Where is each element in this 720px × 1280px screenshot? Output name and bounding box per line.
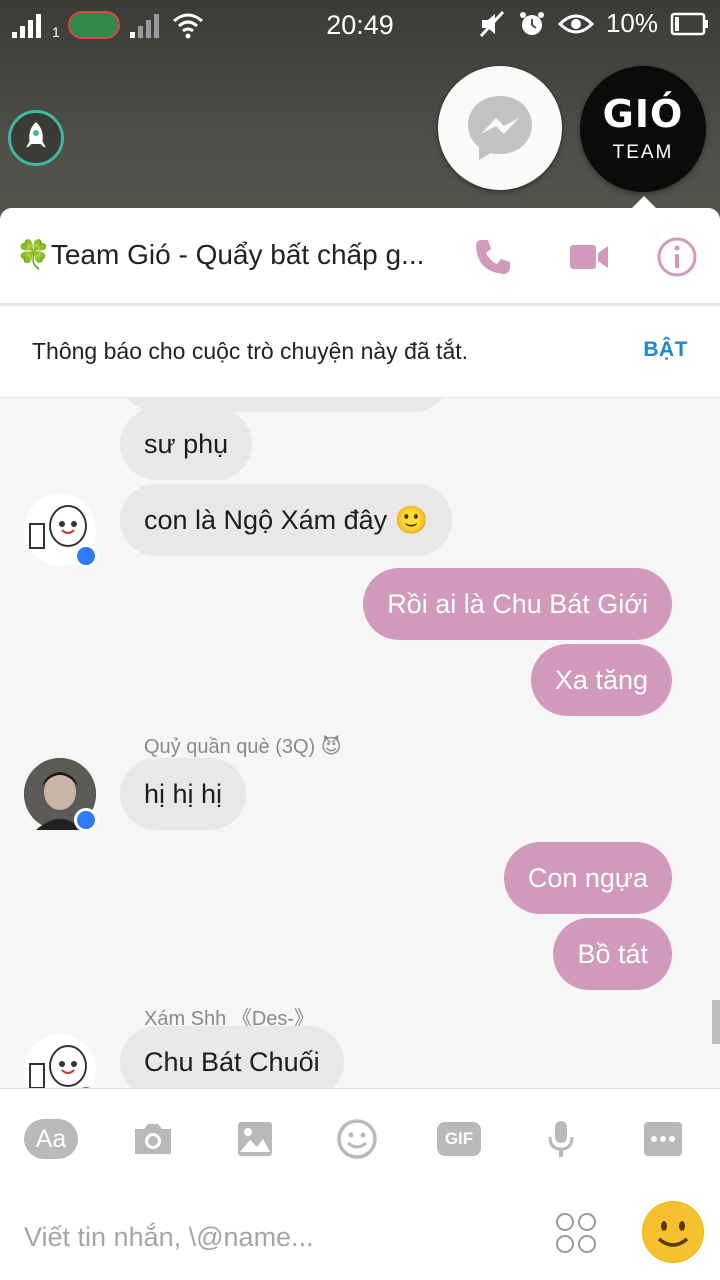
status-right: 10% xyxy=(478,8,710,39)
video-call-button[interactable] xyxy=(568,236,610,278)
message-bubble[interactable]: Con ngựa xyxy=(503,842,672,914)
team-chat-head[interactable]: GIÓ TEAM xyxy=(580,66,706,192)
rocket-icon xyxy=(26,122,46,148)
text-style-button[interactable]: Aa xyxy=(24,1117,78,1161)
message-bubble[interactable]: con là Ngộ Xám đây 🙂 xyxy=(120,484,453,556)
message-bubble[interactable]: Xa tăng xyxy=(530,644,672,716)
status-bar: 1 20:49 10% xyxy=(0,0,720,52)
messenger-badge-icon xyxy=(74,544,98,568)
voice-button[interactable] xyxy=(534,1117,588,1161)
message-bubble[interactable]: Chu Bát Chuối xyxy=(120,1026,344,1088)
message-bubble[interactable]: Rồi ai là Chu Bát Giới xyxy=(363,568,672,640)
message-input[interactable] xyxy=(24,1217,504,1257)
avatar[interactable] xyxy=(24,494,98,568)
team-logo-label: TEAM xyxy=(612,142,674,163)
sender-name: Quỷ quần què (3Q) 😈 xyxy=(144,736,342,758)
camera-button[interactable] xyxy=(126,1117,180,1161)
notification-text: Thông báo cho cuộc trò chuyện này đã tắt… xyxy=(32,338,469,364)
enable-notifications-button[interactable]: BẬT xyxy=(643,338,688,362)
like-emoji-button[interactable] xyxy=(642,1201,704,1263)
mute-icon xyxy=(479,10,505,37)
messenger-badge-icon xyxy=(74,808,98,832)
team-logo: GIÓ xyxy=(602,92,684,136)
emoji-grid-icon xyxy=(556,1213,596,1253)
cartoon-avatar-image xyxy=(24,1034,96,1088)
eye-icon xyxy=(557,14,594,33)
more-icon xyxy=(644,1122,682,1156)
alarm-icon xyxy=(519,11,544,35)
info-button[interactable] xyxy=(656,236,698,278)
emoji-picker-button[interactable] xyxy=(554,1211,598,1255)
message-bubble[interactable]: hị hị hị xyxy=(120,758,247,830)
chat-header: 🍀Team Gió - Quẩy bất chấp g... xyxy=(0,208,720,304)
call-button[interactable] xyxy=(472,236,514,278)
conversation-title[interactable]: 🍀Team Gió - Quẩy bất chấp g... xyxy=(16,238,424,271)
emoji-icon xyxy=(337,1119,377,1159)
message-bubble[interactable]: Bồ tát xyxy=(553,918,672,990)
booster-rocket-icon[interactable] xyxy=(8,110,64,166)
camera-icon xyxy=(135,1124,171,1154)
phone-icon xyxy=(476,240,510,274)
avatar[interactable] xyxy=(24,1034,98,1088)
composer-toolbar: Aa GIF xyxy=(0,1117,720,1161)
messenger-chat-head[interactable] xyxy=(438,66,562,190)
message-bubble[interactable]: sư phụ xyxy=(120,408,253,480)
notification-banner: Thông báo cho cuộc trò chuyện này đã tắt… xyxy=(0,306,720,398)
sticker-button[interactable] xyxy=(330,1117,384,1161)
gif-button[interactable]: GIF xyxy=(432,1117,486,1161)
smiley-icon xyxy=(643,1202,703,1262)
gif-icon: GIF xyxy=(437,1122,481,1156)
more-button[interactable] xyxy=(636,1117,690,1161)
aa-icon: Aa xyxy=(24,1119,78,1159)
battery-percent: 10% xyxy=(605,8,658,38)
message-list[interactable]: sư phụ con là Ngộ Xám đây 🙂 Rồi ai là Ch… xyxy=(0,398,720,1088)
video-camera-icon xyxy=(570,245,608,269)
gallery-button[interactable] xyxy=(228,1117,282,1161)
chat-window: 🍀Team Gió - Quẩy bất chấp g... Thông báo… xyxy=(0,208,720,1280)
image-icon xyxy=(238,1122,272,1156)
composer: Aa GIF xyxy=(0,1088,720,1280)
battery-icon xyxy=(670,12,708,35)
info-icon xyxy=(657,237,697,277)
microphone-icon xyxy=(548,1121,574,1157)
messenger-icon xyxy=(468,96,532,160)
avatar[interactable] xyxy=(24,758,98,832)
scrollbar[interactable] xyxy=(712,1000,720,1044)
